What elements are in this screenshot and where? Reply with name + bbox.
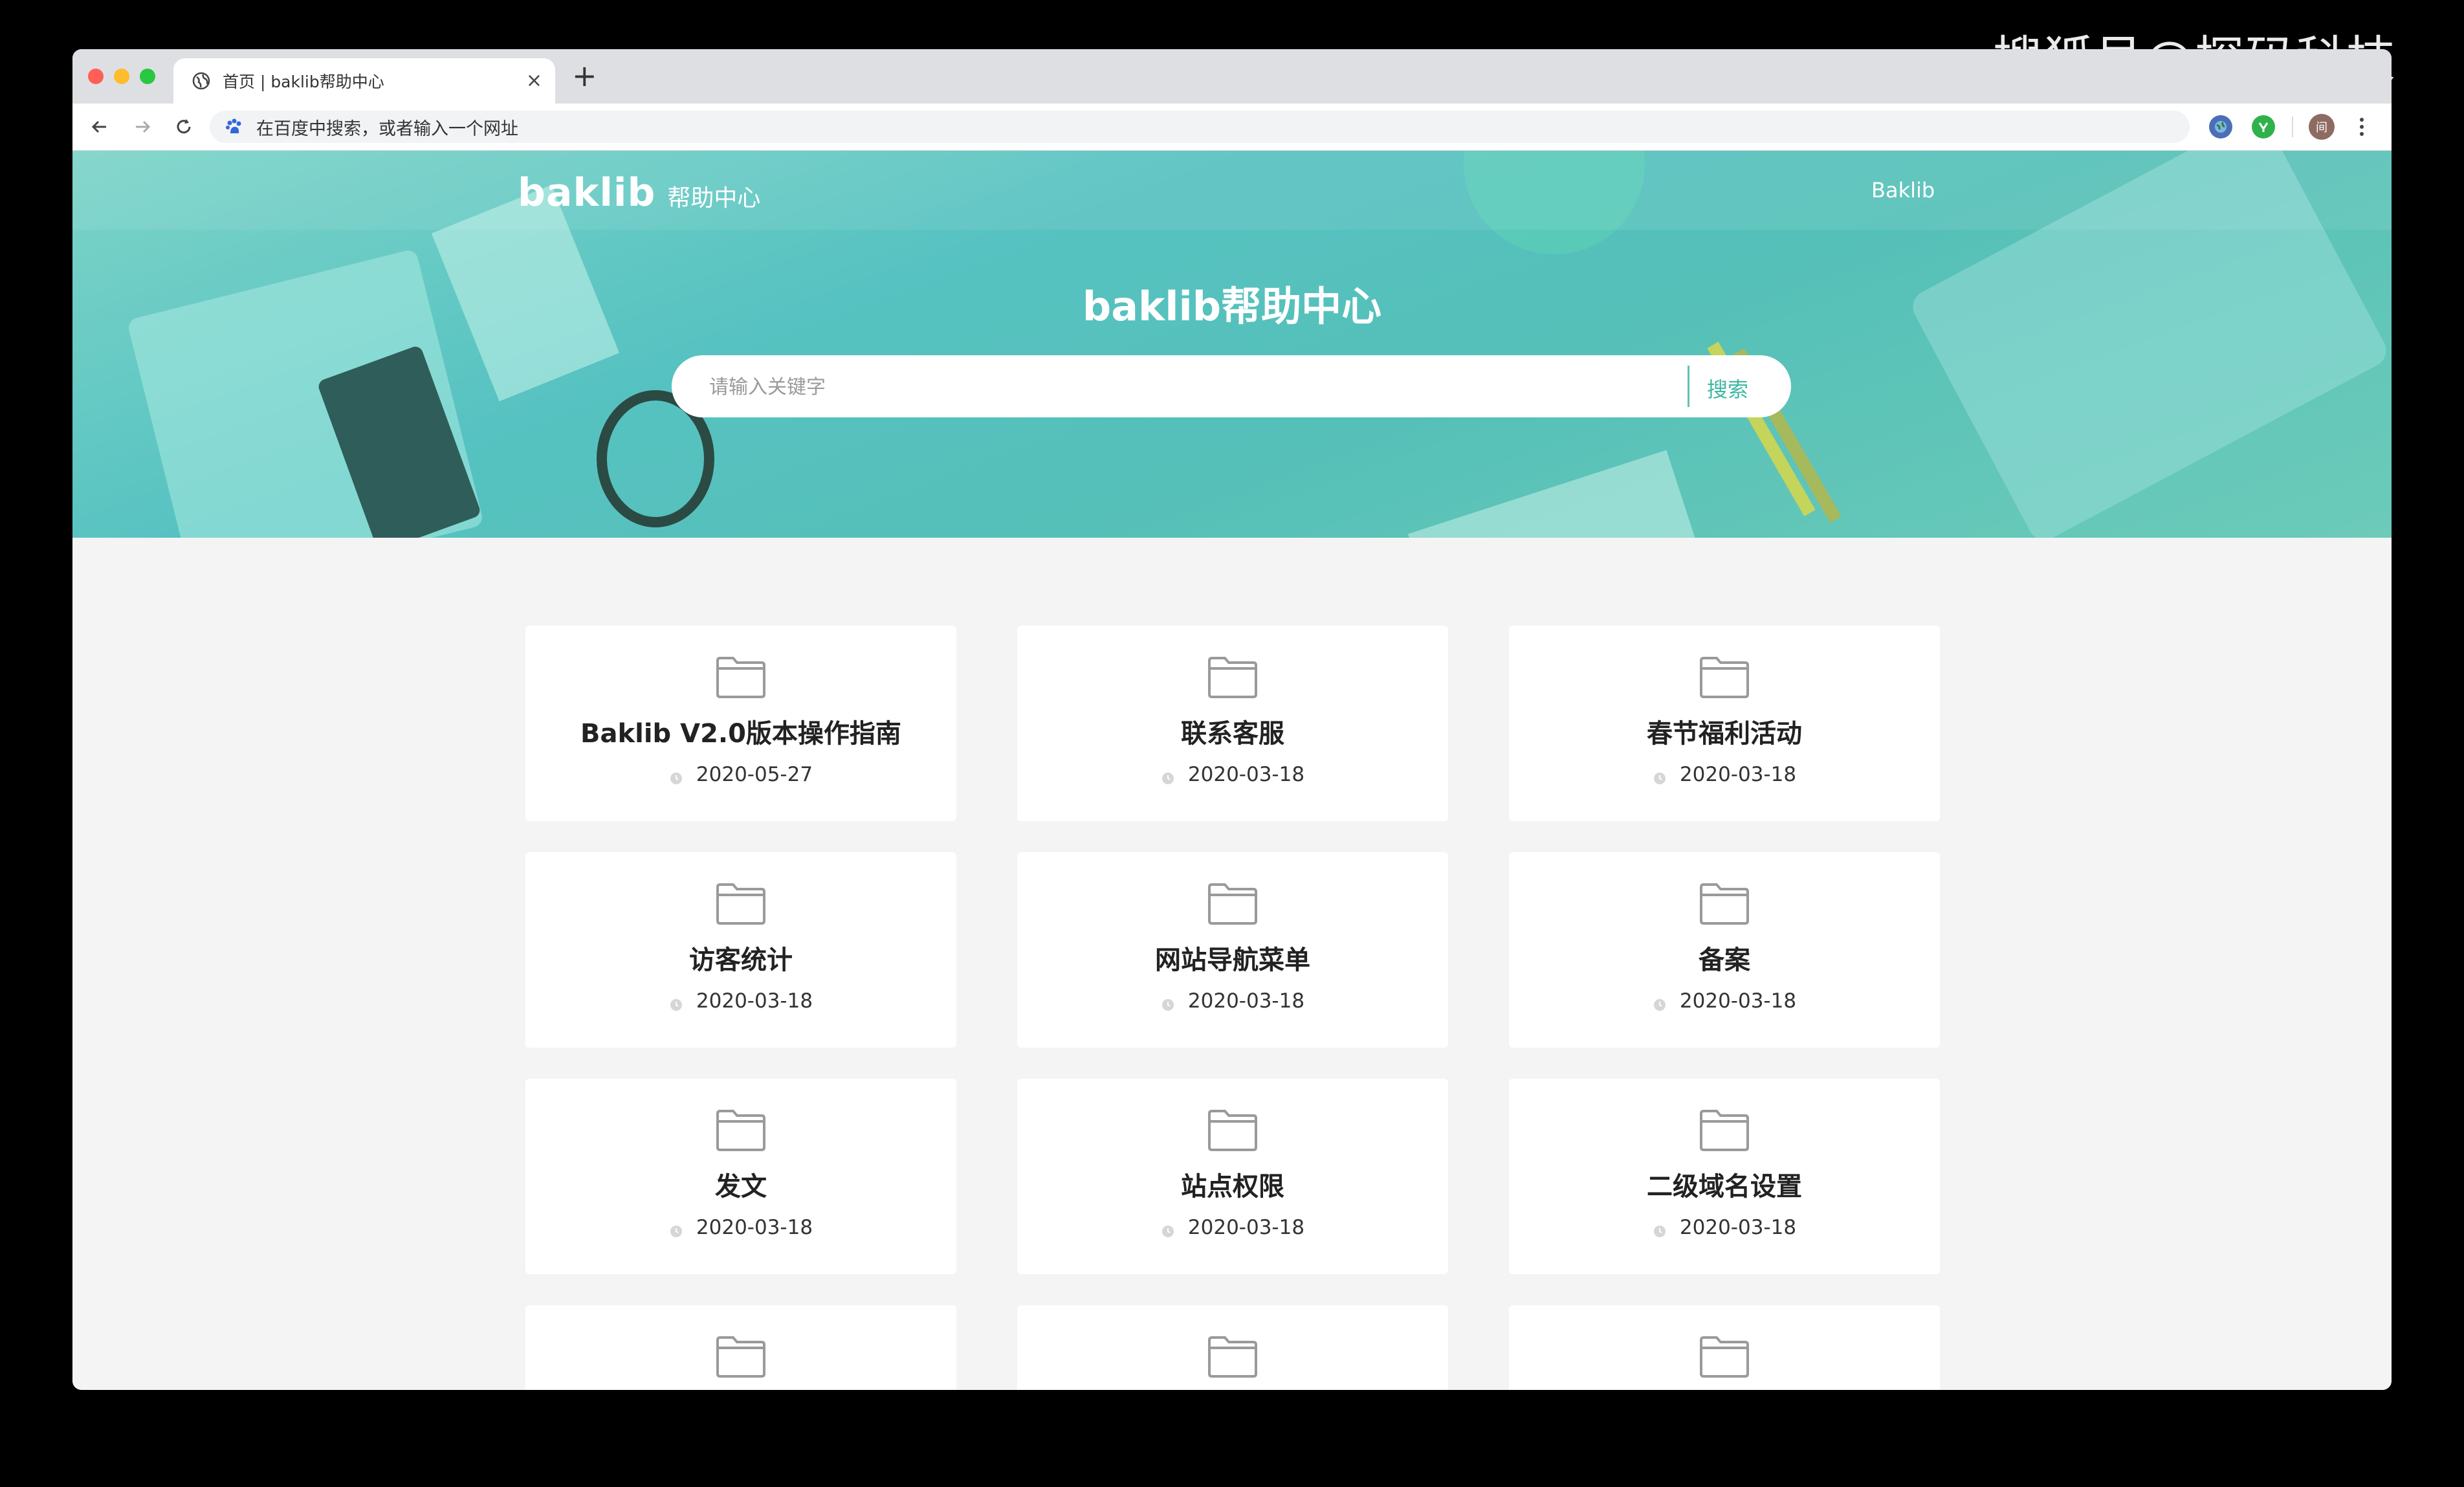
card-date: 2020-03-18 [1017,989,1448,1013]
card-date: 2020-03-18 [1017,763,1448,786]
card-date-text: 2020-03-18 [1187,989,1305,1013]
clock-icon [669,994,683,1011]
folder-icon [1699,1107,1750,1152]
clock-icon [669,1220,683,1237]
folder-icon [715,654,767,699]
active-tab[interactable]: 首页 | baklib帮助中心 × [173,58,555,104]
toolbar-divider [2292,116,2293,137]
new-tab-button[interactable]: + [572,61,597,91]
category-card[interactable]: 网站导航菜单 2020-03-18 [1017,852,1448,1048]
category-card[interactable]: 设置站点属性 [525,1305,956,1390]
close-window-button[interactable] [88,69,104,84]
card-date-text: 2020-03-18 [1679,1216,1797,1239]
close-tab-icon[interactable]: × [526,71,542,91]
card-title: 春节福利活动 [1647,719,1802,749]
card-date-text: 2020-03-18 [1679,989,1797,1013]
folder-icon [1207,654,1259,699]
globe-icon [192,71,211,91]
nav-link-baklib[interactable]: Baklib [1871,178,1935,203]
category-card[interactable]: 团队协同 [1509,1305,1940,1390]
clock-icon [669,767,683,784]
folder-icon [1699,654,1750,699]
folder-icon [715,1107,767,1152]
category-card[interactable]: 联系客服 2020-03-18 [1017,626,1448,821]
card-date: 2020-03-18 [525,1216,956,1239]
card-date: 2020-03-18 [525,989,956,1013]
card-title: 联系客服 [1181,719,1284,749]
card-title: 站点权限 [1181,1172,1284,1202]
category-card[interactable]: 访客统计 2020-03-18 [525,852,956,1048]
search-bar: 搜索 [672,355,1791,417]
search-input[interactable] [708,367,1668,407]
extension-globe-icon[interactable] [2209,115,2232,138]
folder-icon [1699,881,1750,926]
category-card[interactable]: 备案 2020-03-18 [1509,852,1940,1048]
clock-icon [1161,767,1175,784]
profile-avatar[interactable]: 间 [2309,114,2335,140]
card-title: 二级域名设置 [1647,1172,1802,1202]
clock-icon [1161,994,1175,1011]
card-date-text: 2020-03-18 [696,1216,813,1239]
tab-title: 首页 | baklib帮助中心 [223,72,384,91]
card-title: 发文 [715,1172,767,1202]
card-title: Baklib V2.0版本操作指南 [580,719,901,749]
maximize-window-button[interactable] [140,69,155,84]
card-date: 2020-03-18 [1017,1216,1448,1239]
page-title: baklib帮助中心 [1082,283,1382,330]
browser-toolbar: 在百度中搜索，或者输入一个网址 间 [72,104,2392,151]
card-date: 2020-03-18 [1509,989,1940,1013]
hero-banner: baklib 帮助中心 Baklib baklib帮助中心 搜索 [72,151,2392,538]
folder-icon [1207,1334,1259,1379]
folder-icon [715,1334,767,1379]
folder-icon [1207,1107,1259,1152]
card-date-text: 2020-03-18 [696,989,813,1013]
page-content: baklib 帮助中心 Baklib baklib帮助中心 搜索 Baklib … [72,151,2392,1390]
logo-text: baklib [518,170,656,215]
browser-menu-icon[interactable] [2355,113,2368,141]
folder-icon [715,881,767,926]
category-card[interactable]: 站点权限 2020-03-18 [1017,1079,1448,1274]
category-card[interactable]: 二级域名设置 2020-03-18 [1509,1079,1940,1274]
category-card[interactable]: 独立域名 [1017,1305,1448,1390]
card-date-text: 2020-03-18 [1187,1216,1305,1239]
back-arrow-icon[interactable] [84,111,115,142]
card-date-text: 2020-03-18 [1187,763,1305,786]
category-card[interactable]: Baklib V2.0版本操作指南 2020-05-27 [525,626,956,821]
clock-icon [1653,994,1667,1011]
reload-icon[interactable] [168,111,199,142]
decor-paper [1407,450,1727,538]
site-logo[interactable]: baklib 帮助中心 [518,170,760,215]
search-button[interactable]: 搜索 [1707,373,1748,403]
search-divider [1688,366,1689,407]
card-date: 2020-03-18 [1509,763,1940,786]
address-placeholder: 在百度中搜索，或者输入一个网址 [256,118,518,139]
extension-shield-icon[interactable] [2252,115,2275,138]
browser-window: 首页 | baklib帮助中心 × + 在百度中搜索，或者输入一个网址 间 ba… [72,49,2392,1390]
card-title: 访客统计 [689,945,793,975]
logo-subtitle: 帮助中心 [667,185,761,212]
card-title: 备案 [1699,945,1750,975]
card-title: 网站导航菜单 [1155,945,1310,975]
folder-icon [1207,881,1259,926]
clock-icon [1161,1220,1175,1237]
card-date: 2020-03-18 [1509,1216,1940,1239]
address-bar[interactable]: 在百度中搜索，或者输入一个网址 [210,111,2190,143]
site-header: baklib 帮助中心 Baklib [72,151,2392,230]
category-card[interactable]: 发文 2020-03-18 [525,1079,956,1274]
card-date-text: 2020-05-27 [696,763,813,786]
folder-icon [1699,1334,1750,1379]
category-card[interactable]: 春节福利活动 2020-03-18 [1509,626,1940,821]
baidu-paw-icon [224,117,243,137]
tab-strip: 首页 | baklib帮助中心 × + [72,49,2392,104]
minimize-window-button[interactable] [114,69,129,84]
card-date-text: 2020-03-18 [1679,763,1797,786]
forward-arrow-icon[interactable] [127,111,158,142]
clock-icon [1653,1220,1667,1237]
card-date: 2020-05-27 [525,763,956,786]
clock-icon [1653,767,1667,784]
